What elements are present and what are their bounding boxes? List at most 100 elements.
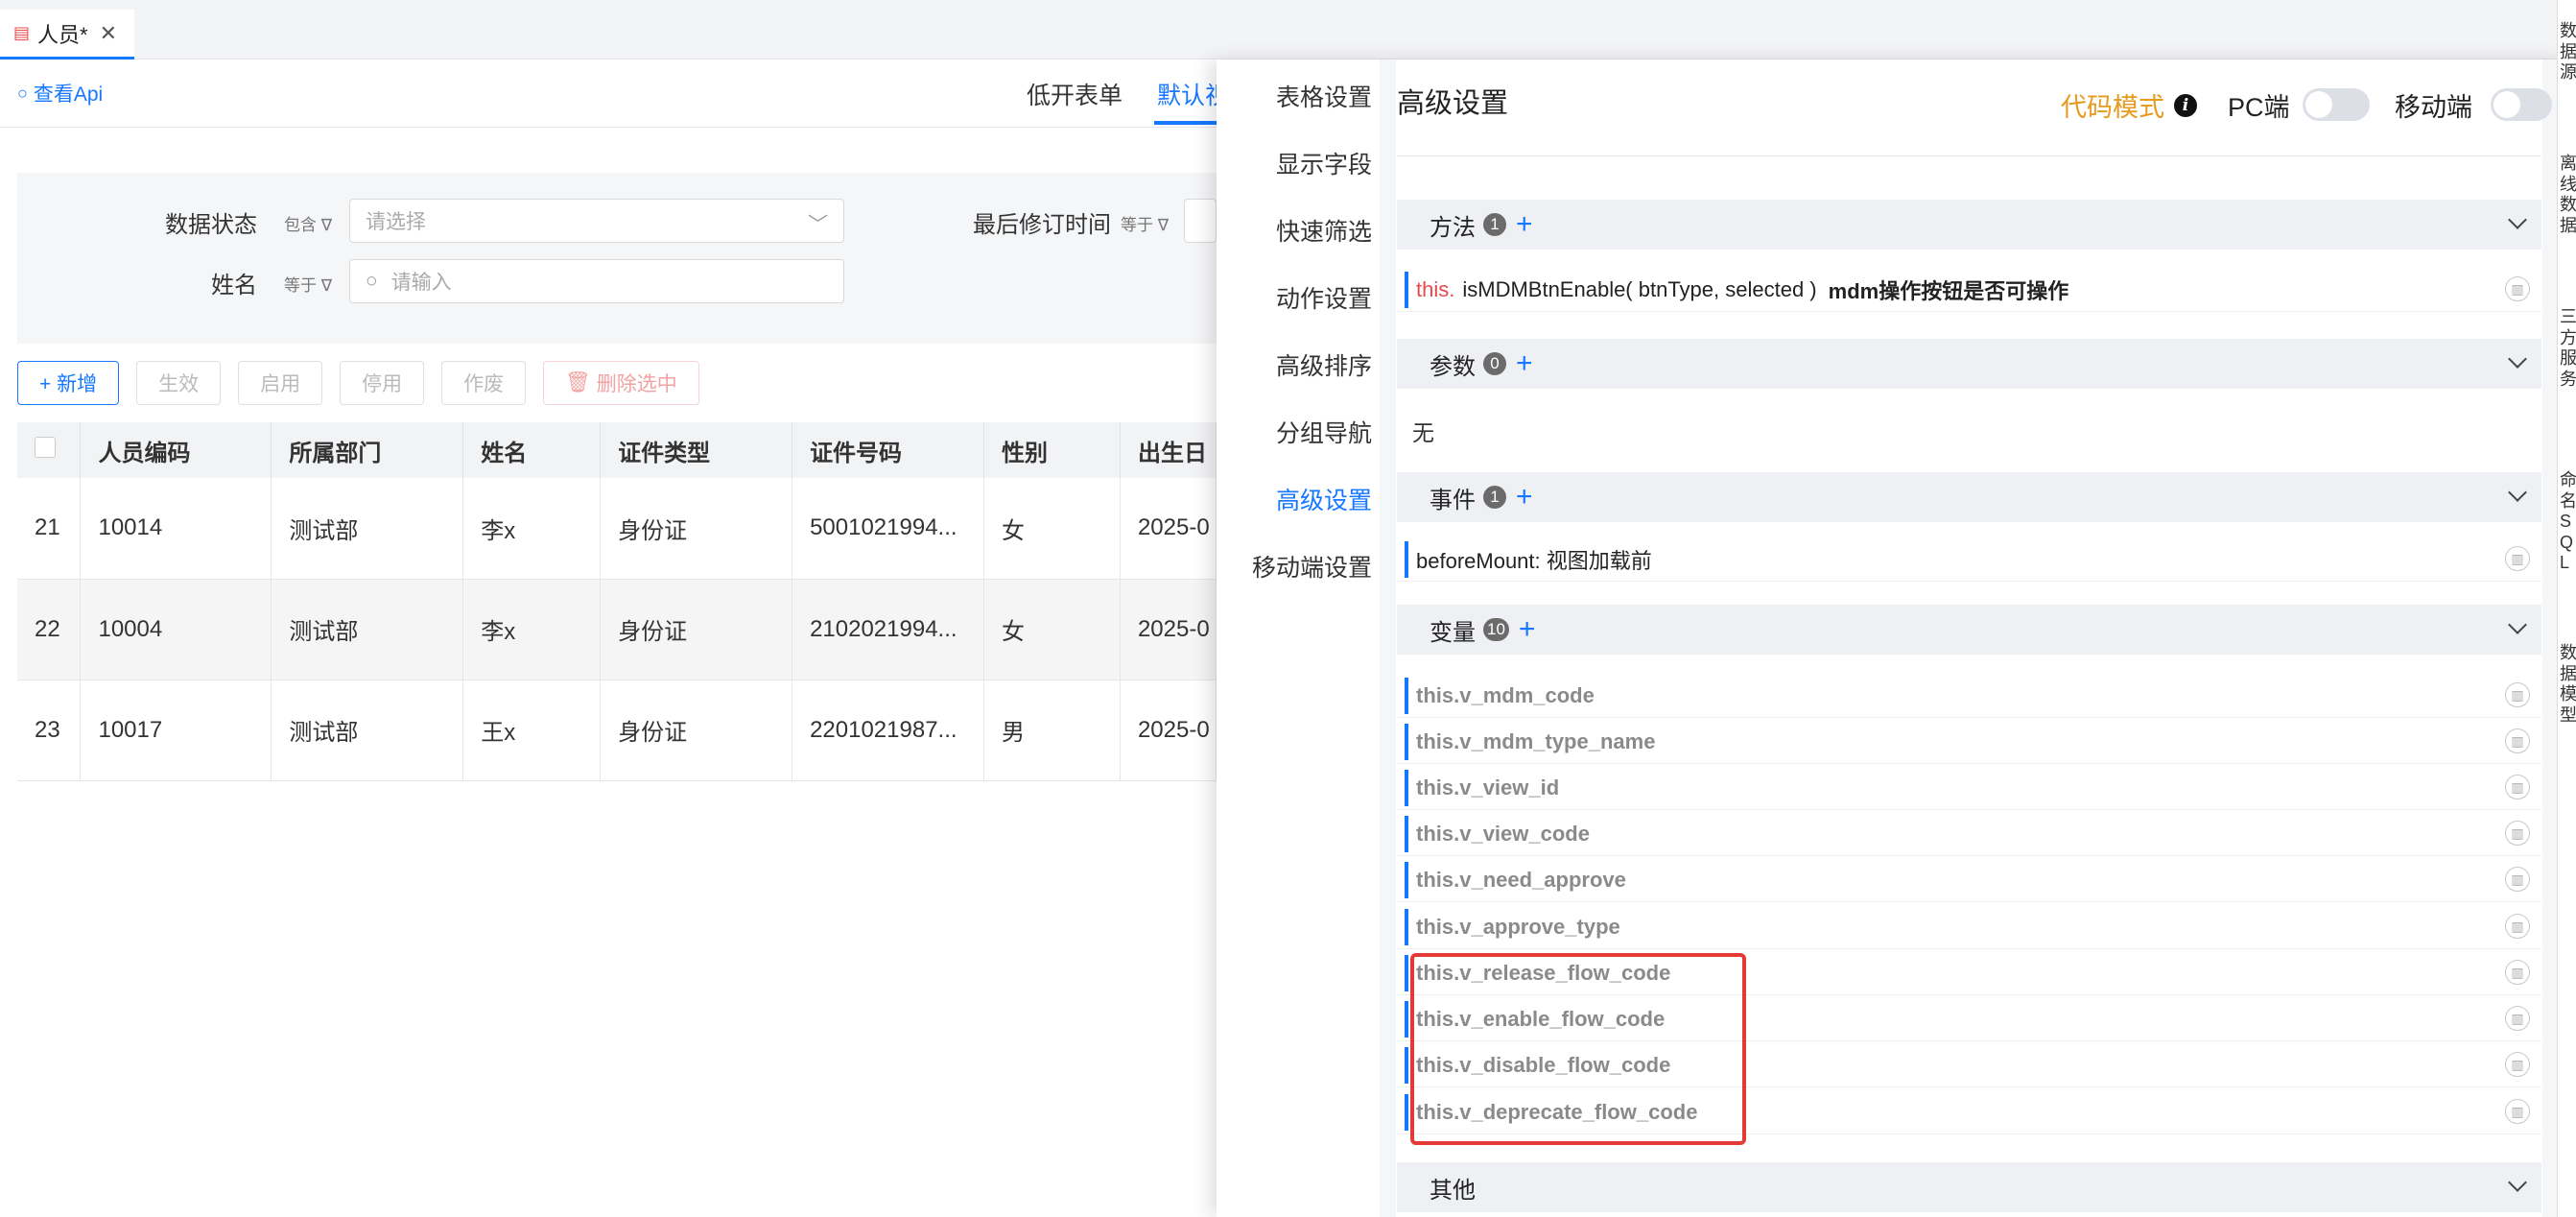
void-button[interactable]: 作废 <box>441 361 527 405</box>
delete-icon[interactable]: ▥ <box>2505 867 2530 892</box>
table-row[interactable]: 21 10014 测试部 李x 身份证 5001021994... 女 2025… <box>17 478 1217 580</box>
cell-id-number: 5001021994... <box>792 478 985 580</box>
delete-icon[interactable]: ▥ <box>2505 682 2530 707</box>
col-header[interactable]: 性别 <box>983 422 1121 478</box>
info-icon[interactable]: i <box>2174 93 2197 117</box>
menu-table-settings[interactable]: 表格设置 <box>1217 79 1380 113</box>
section-methods[interactable]: 方法 1 + <box>1397 200 2541 250</box>
delete-icon[interactable]: ▥ <box>2505 546 2530 571</box>
select-all-checkbox[interactable] <box>17 422 82 478</box>
disable-button[interactable]: 停用 <box>340 361 425 405</box>
delete-icon[interactable]: ▥ <box>2505 1099 2530 1124</box>
cell-code: 10014 <box>80 478 272 580</box>
col-header[interactable]: 所属部门 <box>271 422 464 478</box>
active-tab-indicator <box>1154 121 1217 125</box>
cell-gender: 女 <box>983 579 1121 680</box>
chevron-down-icon[interactable] <box>2508 349 2527 369</box>
cell-index: 21 <box>17 478 82 580</box>
pc-switch[interactable] <box>2303 88 2370 121</box>
strip-label-sql[interactable]: 命名SQL <box>2560 470 2576 574</box>
chevron-down-icon[interactable] <box>2508 615 2527 634</box>
menu-mobile-settings[interactable]: 移动端设置 <box>1217 549 1380 584</box>
params-count-badge: 0 <box>1483 352 1506 375</box>
variable-item[interactable]: this.v_need_approve ▥ <box>1397 858 2541 902</box>
cell-index: 23 <box>17 680 82 781</box>
revise-time-picker[interactable] <box>1184 199 1217 243</box>
variable-item[interactable]: this.v_view_code ▥ <box>1397 812 2541 856</box>
delete-icon[interactable]: ▥ <box>2505 1052 2530 1077</box>
delete-icon[interactable]: ▥ <box>2505 276 2530 301</box>
cell-id-type: 身份证 <box>600 478 793 580</box>
section-params[interactable]: 参数 0 + <box>1397 339 2541 389</box>
delete-icon[interactable]: ▥ <box>2505 775 2530 799</box>
delete-icon[interactable]: ▥ <box>2505 914 2530 939</box>
cell-name: 李x <box>462 579 602 680</box>
effect-button[interactable]: 生效 <box>136 361 222 405</box>
add-event-icon[interactable]: + <box>1516 483 1533 512</box>
strip-label-offline[interactable]: 离线数据 <box>2560 154 2576 236</box>
add-method-icon[interactable]: + <box>1516 210 1533 239</box>
status-select[interactable]: 请选择 ﹀ <box>349 199 844 243</box>
col-header[interactable]: 人员编码 <box>80 422 272 478</box>
events-count-badge: 1 <box>1483 486 1506 509</box>
menu-advanced-sort[interactable]: 高级排序 <box>1217 347 1380 382</box>
mobile-switch[interactable] <box>2491 88 2552 121</box>
variable-item[interactable]: this.v_mdm_type_name ▥ <box>1397 720 2541 764</box>
variable-item[interactable]: this.v_approve_type ▥ <box>1397 905 2541 949</box>
strip-label-service[interactable]: 三方服务 <box>2560 307 2576 390</box>
params-empty: 无 <box>1412 420 1434 445</box>
search-icon: ○ <box>366 270 378 292</box>
cell-birth: 2025-0 <box>1120 579 1217 680</box>
view-api-link[interactable]: ○ 查看Api <box>17 79 103 107</box>
delete-icon[interactable]: ▥ <box>2505 1006 2530 1031</box>
variable-item[interactable]: this.v_mdm_code ▥ <box>1397 674 2541 718</box>
delete-icon[interactable]: ▥ <box>2505 821 2530 846</box>
variable-item[interactable]: this.v_view_id ▥ <box>1397 766 2541 810</box>
strip-label-datasource[interactable]: 数据源 <box>2560 21 2576 84</box>
chevron-down-icon[interactable] <box>2508 210 2527 229</box>
tab-lowcode-form[interactable]: 低开表单 <box>1027 77 1123 111</box>
close-icon[interactable]: ✕ <box>100 21 117 46</box>
tab-person[interactable]: ▤ 人员* ✕ <box>0 10 134 60</box>
add-button[interactable]: + 新增 <box>17 361 120 405</box>
section-variables[interactable]: 变量 10 + <box>1397 605 2541 655</box>
name-filter-op[interactable]: 等于 ∇ <box>284 272 332 296</box>
table-row[interactable]: 22 10004 测试部 李x 身份证 2102021994... 女 2025… <box>17 579 1217 680</box>
menu-group-nav[interactable]: 分组导航 <box>1217 415 1380 449</box>
menu-advanced-settings[interactable]: 高级设置 <box>1217 482 1380 516</box>
section-events[interactable]: 事件 1 + <box>1397 472 2541 522</box>
status-filter-op[interactable]: 包含 ∇ <box>284 211 332 235</box>
col-header[interactable]: 证件类型 <box>600 422 793 478</box>
cell-gender: 男 <box>983 680 1121 781</box>
methods-count-badge: 1 <box>1483 213 1506 236</box>
data-table: 人员编码 所属部门 姓名 证件类型 证件号码 性别 出生日 21 10014 测… <box>17 422 1217 781</box>
settings-menu: 表格设置 显示字段 快速筛选 动作设置 高级排序 分组导航 高级设置 移动端设置 <box>1217 60 1380 1217</box>
section-other[interactable]: 其他 <box>1397 1162 2541 1212</box>
enable-button[interactable]: 启用 <box>238 361 323 405</box>
chevron-down-icon[interactable] <box>2508 483 2527 502</box>
delete-icon[interactable]: ▥ <box>2505 728 2530 753</box>
menu-action-settings[interactable]: 动作设置 <box>1217 280 1380 315</box>
col-header[interactable]: 证件号码 <box>792 422 985 478</box>
strip-label-model[interactable]: 数据模型 <box>2560 643 2576 726</box>
table-row[interactable]: 23 10017 测试部 王x 身份证 2201021987... 男 2025… <box>17 680 1217 781</box>
item-accent-bar <box>1405 272 1408 308</box>
add-param-icon[interactable]: + <box>1516 349 1533 378</box>
col-header[interactable]: 姓名 <box>462 422 602 478</box>
event-item[interactable]: beforeMount: 视图加载前 ▥ <box>1397 537 2541 582</box>
cell-dept: 测试部 <box>271 478 464 580</box>
delete-selected-button[interactable]: 🗑 删除选中 <box>543 361 699 405</box>
add-variable-icon[interactable]: + <box>1519 615 1536 644</box>
revise-time-op[interactable]: 等于 ∇ <box>1121 211 1169 235</box>
divider <box>1397 155 2541 156</box>
menu-display-fields[interactable]: 显示字段 <box>1217 146 1380 180</box>
name-input[interactable]: ○ 请输入 <box>349 259 844 303</box>
method-item[interactable]: this. isMDMBtnEnable( btnType, selected … <box>1397 268 2541 312</box>
chevron-down-icon[interactable] <box>2508 1173 2527 1192</box>
delete-icon[interactable]: ▥ <box>2505 960 2530 985</box>
menu-quick-filter[interactable]: 快速筛选 <box>1217 213 1380 248</box>
status-filter-label: 数据状态 <box>165 212 257 238</box>
filter-panel: 数据状态 包含 ∇ 请选择 ﹀ 最后修订时间 等于 ∇ 姓名 等于 ∇ ○ 请输… <box>17 173 1217 344</box>
col-header[interactable]: 出生日 <box>1120 422 1217 478</box>
code-mode-toggle[interactable]: 代码模式 i <box>2061 86 2197 124</box>
